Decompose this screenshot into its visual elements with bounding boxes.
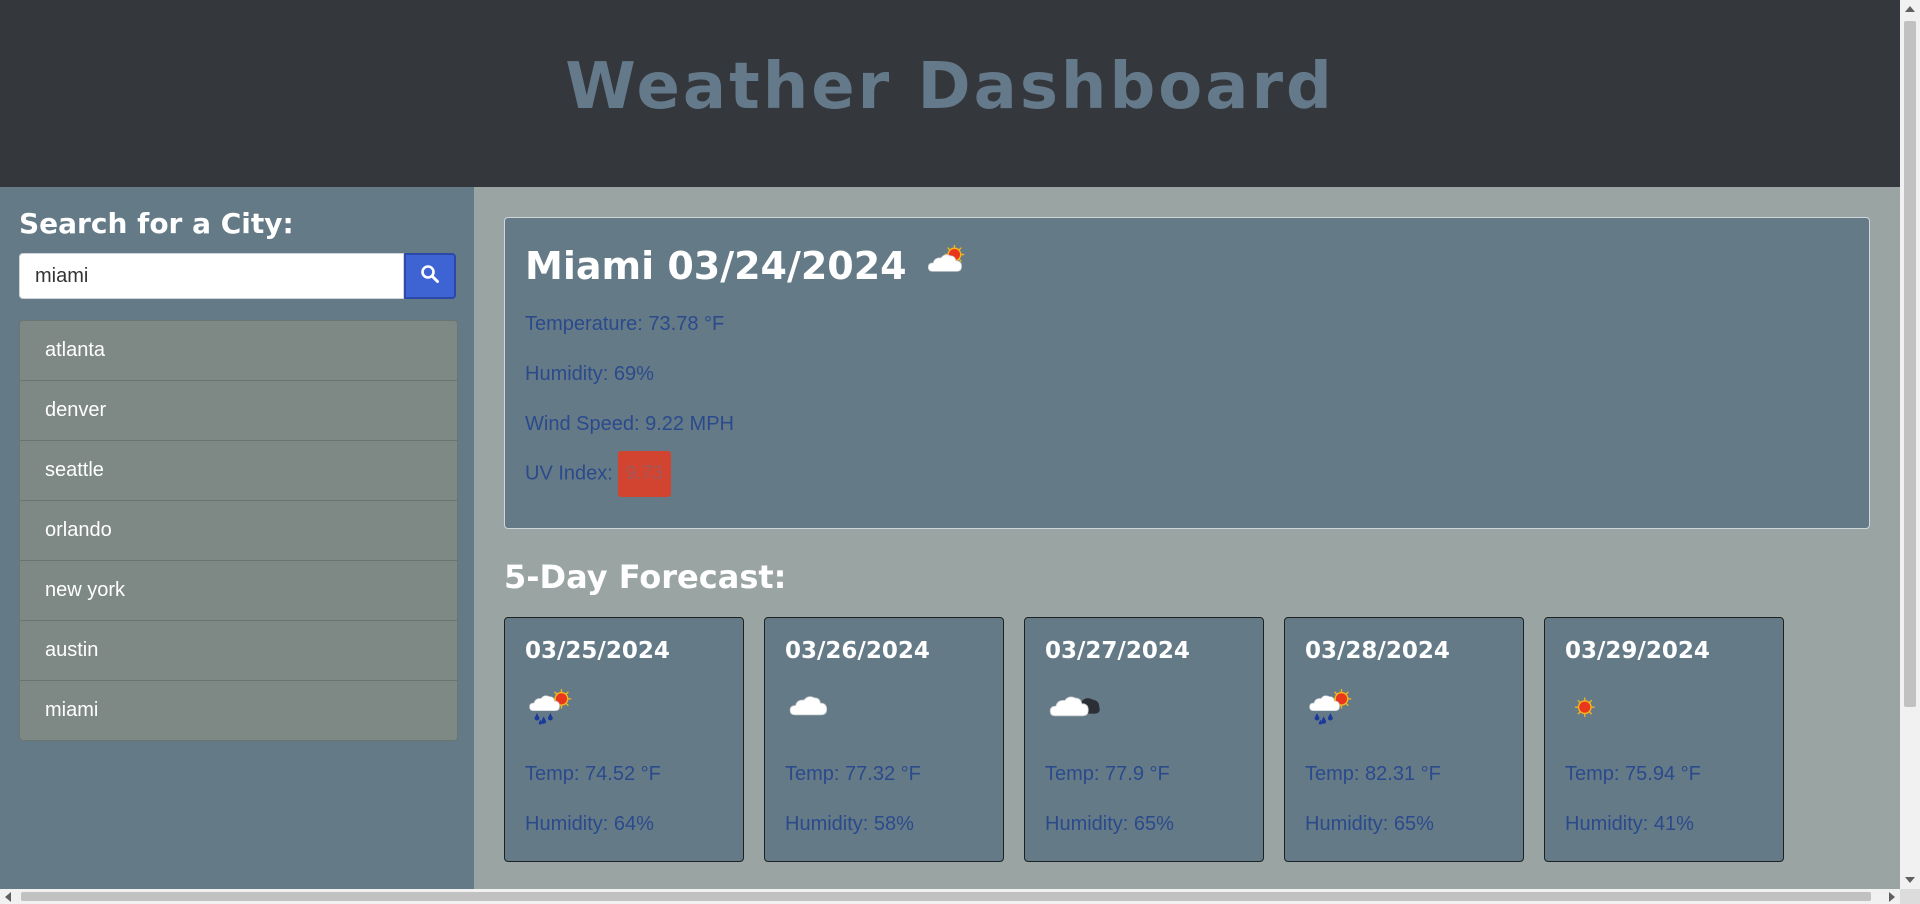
search-input[interactable] [19,253,404,299]
page-title: Weather Dashboard [565,50,1335,124]
forecast-temp: Temp: 82.31 °F [1305,763,1441,785]
scrollbar-corner [1900,889,1920,904]
forecast-date: 03/29/2024 [1565,638,1710,664]
history-item-denver[interactable]: denver [20,381,457,441]
main-content: Miami 03/24/2024 Temperature: 73.78 °F H… [474,187,1900,889]
search-history-list: atlanta denver seattle orlando new york … [19,320,458,741]
forecast-temp: Temp: 75.94 °F [1565,763,1701,785]
uv-badge: 9.73 [617,451,671,497]
forecast-card: 03/25/2024 Temp: 74.52 °F Humidity: 64% [504,617,744,862]
rain-sun-icon [527,688,577,733]
scroll-down-arrow-icon[interactable] [1905,877,1915,883]
search-row [19,253,456,299]
forecast-date: 03/25/2024 [525,638,670,664]
history-item-new-york[interactable]: new york [20,561,457,621]
forecast-cards: 03/25/2024 Temp: 74.52 °F Humidity: 64% … [504,617,1784,862]
forecast-date: 03/27/2024 [1045,638,1190,664]
forecast-date: 03/26/2024 [785,638,930,664]
history-item-miami[interactable]: miami [20,681,457,740]
vertical-scroll-thumb[interactable] [1904,21,1916,707]
cloud-icon [787,688,837,733]
forecast-date: 03/28/2024 [1305,638,1450,664]
history-item-seattle[interactable]: seattle [20,441,457,501]
current-weather-card: Miami 03/24/2024 Temperature: 73.78 °F H… [504,217,1870,529]
forecast-humidity: Humidity: 65% [1045,813,1174,835]
forecast-card: 03/26/2024 Temp: 77.32 °F Humidity: 58% [764,617,1004,862]
uv-label: UV Index: [525,462,613,485]
forecast-title: 5-Day Forecast: [504,558,787,596]
current-weather-title: Miami 03/24/2024 [525,244,975,288]
forecast-card: 03/28/2024 Temp: 82.31 °F Humidity: 65% [1284,617,1524,862]
rain-sun-icon [1307,688,1357,733]
page: Weather Dashboard Search for a City: atl… [0,0,1900,889]
scroll-up-arrow-icon[interactable] [1905,6,1915,12]
current-wind-speed: Wind Speed: 9.22 MPH [525,413,734,435]
partly-cloudy-sun-icon [925,244,975,288]
forecast-card: 03/27/2024 Temp: 77.9 °F Humidity: 65% [1024,617,1264,862]
scroll-right-arrow-icon[interactable] [1889,892,1895,902]
current-humidity: Humidity: 69% [525,363,654,385]
current-temperature: Temperature: 73.78 °F [525,313,725,335]
horizontal-scroll-thumb[interactable] [21,892,1871,901]
forecast-temp: Temp: 74.52 °F [525,763,661,785]
history-item-atlanta[interactable]: atlanta [20,321,457,381]
scroll-left-arrow-icon[interactable] [5,892,11,902]
search-button[interactable] [404,253,456,299]
search-title: Search for a City: [19,207,294,240]
search-icon [420,264,440,289]
forecast-humidity: Humidity: 41% [1565,813,1694,835]
history-item-orlando[interactable]: orlando [20,501,457,561]
page-header: Weather Dashboard [0,0,1900,187]
vertical-scrollbar[interactable] [1900,0,1920,889]
history-item-austin[interactable]: austin [20,621,457,681]
forecast-card: 03/29/2024 Temp: 75.94 °F Humidity: 41% [1544,617,1784,862]
forecast-temp: Temp: 77.9 °F [1045,763,1170,785]
current-uv-index: UV Index: 9.73 [525,451,671,497]
forecast-humidity: Humidity: 64% [525,813,654,835]
sun-icon [1567,688,1617,733]
forecast-humidity: Humidity: 65% [1305,813,1434,835]
broken-clouds-icon [1047,688,1103,733]
sidebar: Search for a City: atlanta denver seattl… [0,187,474,889]
current-city-date: Miami 03/24/2024 [525,244,907,288]
forecast-humidity: Humidity: 58% [785,813,914,835]
horizontal-scrollbar[interactable] [0,889,1900,904]
forecast-temp: Temp: 77.32 °F [785,763,921,785]
